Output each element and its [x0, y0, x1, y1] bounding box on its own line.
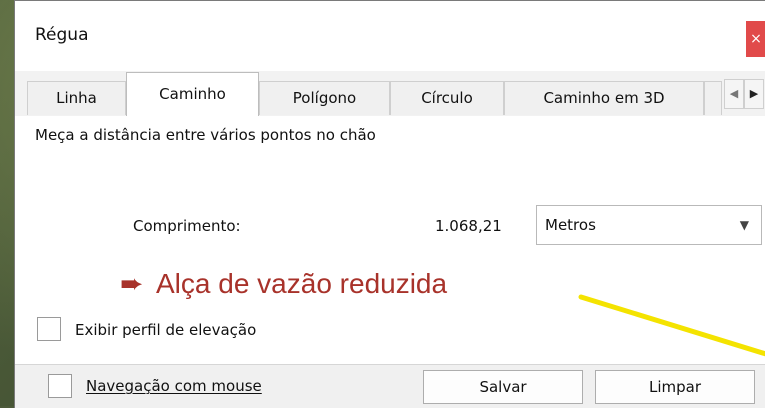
ruler-dialog: Régua × Linha Caminho Polígono Círculo C… — [14, 0, 765, 408]
annotation-pointer-line — [578, 294, 765, 357]
